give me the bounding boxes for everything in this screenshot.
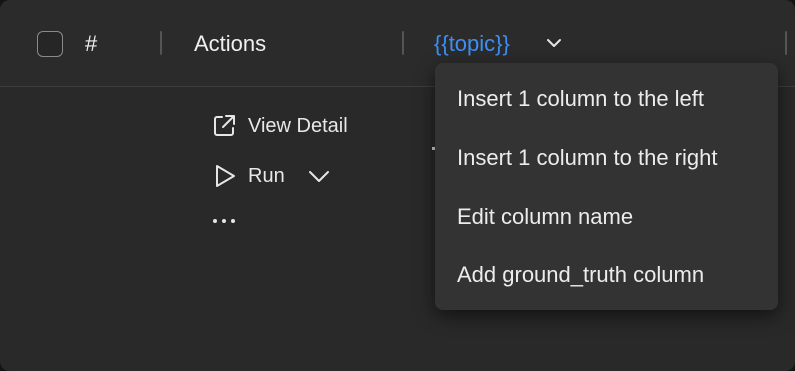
index-column-header: # (85, 31, 98, 56)
menu-item-insert-right[interactable]: Insert 1 column to the right (457, 145, 717, 171)
chevron-down-icon[interactable] (307, 168, 331, 184)
select-all-checkbox[interactable] (37, 31, 63, 57)
view-detail-label: View Detail (248, 114, 348, 137)
topic-column-header[interactable]: {{topic}} (434, 31, 510, 57)
more-actions-button[interactable] (212, 216, 236, 226)
run-button[interactable]: Run (213, 163, 331, 189)
menu-item-insert-left[interactable]: Insert 1 column to the left (457, 86, 704, 112)
column-options-menu: Insert 1 column to the left Insert 1 col… (435, 63, 778, 310)
ellipsis-icon (213, 219, 235, 223)
menu-item-edit-column-name[interactable]: Edit column name (457, 204, 633, 230)
table-panel: # Actions {{topic}} View Detail Run Inse… (0, 0, 795, 371)
column-divider[interactable] (160, 31, 162, 55)
column-divider[interactable] (402, 31, 404, 55)
actions-column-header: Actions (194, 31, 267, 56)
menu-item-add-ground-truth[interactable]: Add ground_truth column (457, 262, 704, 288)
run-label: Run (248, 164, 285, 187)
external-link-icon (214, 115, 235, 136)
column-divider[interactable] (785, 31, 787, 55)
chevron-down-icon[interactable] (545, 36, 563, 50)
view-detail-button[interactable]: View Detail (211, 113, 348, 139)
play-icon (216, 165, 235, 187)
